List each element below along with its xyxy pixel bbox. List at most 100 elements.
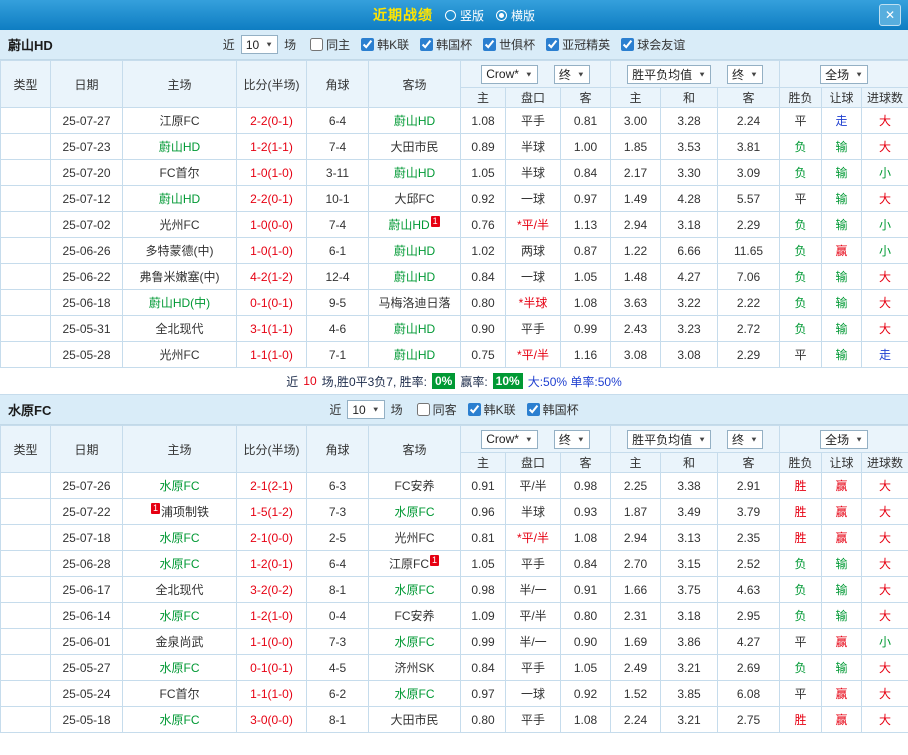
away-team-cell: 蔚山HD xyxy=(369,238,461,264)
match-count-select[interactable]: 10 ▼ xyxy=(241,35,278,54)
score-cell: 3-1(1-1) xyxy=(237,316,307,342)
euro-draw-odds-cell: 6.66 xyxy=(661,238,718,264)
result-handicap-cell: 走 xyxy=(822,108,862,134)
result-goals-cell: 大 xyxy=(862,603,908,629)
euro-avg-select[interactable]: 胜平负均值 ▼ xyxy=(627,430,711,449)
checkbox-input[interactable] xyxy=(417,403,430,416)
filter-checkbox[interactable]: 同客 xyxy=(417,401,457,418)
col-euro-draw: 和 xyxy=(661,453,718,473)
odds-company-select[interactable]: Crow* ▼ xyxy=(481,430,538,449)
odds-company-select[interactable]: Crow* ▼ xyxy=(481,65,538,84)
away-team-cell: 蔚山HD xyxy=(369,264,461,290)
result-handicap-cell: 赢 xyxy=(822,238,862,264)
final-odds-select[interactable]: 终 ▼ xyxy=(727,430,763,449)
league-type-cell: 韩K联 xyxy=(1,551,51,577)
asian-away-odds-cell: 1.05 xyxy=(561,655,611,681)
filter-checkbox[interactable]: 球会友谊 xyxy=(621,36,685,53)
team-name-text: 水原FC xyxy=(395,687,435,701)
result-goals-cell: 大 xyxy=(862,525,908,551)
euro-away-odds-cell: 2.29 xyxy=(718,342,780,368)
scope-select[interactable]: 全场 ▼ xyxy=(820,430,868,449)
asian-home-odds-cell: 1.08 xyxy=(461,108,506,134)
euro-home-odds-cell: 2.17 xyxy=(611,160,661,186)
away-team-cell: 光州FC xyxy=(369,525,461,551)
result-handicap-cell: 输 xyxy=(822,212,862,238)
checkbox-input[interactable] xyxy=(483,38,496,51)
handicap-cell: 半球 xyxy=(506,160,561,186)
euro-avg-select[interactable]: 胜平负均值 ▼ xyxy=(627,65,711,84)
handicap-cell: 平手 xyxy=(506,655,561,681)
filter-checkbox[interactable]: 韩国杯 xyxy=(420,36,472,53)
titlebar: 近期战绩 竖版 横版 ✕ xyxy=(0,0,908,30)
euro-home-odds-cell: 1.48 xyxy=(611,264,661,290)
asian-home-odds-cell: 0.81 xyxy=(461,525,506,551)
team-name-text: 济州SK xyxy=(394,661,434,675)
asian-away-odds-cell: 0.87 xyxy=(561,238,611,264)
asian-home-odds-cell: 0.96 xyxy=(461,499,506,525)
col-handicap: 盘口 xyxy=(506,88,561,108)
asian-away-odds-cell: 1.00 xyxy=(561,134,611,160)
asian-home-odds-cell: 0.89 xyxy=(461,134,506,160)
checkbox-input[interactable] xyxy=(310,38,323,51)
checkbox-input[interactable] xyxy=(468,403,481,416)
league-type-cell: 韩K联 xyxy=(1,577,51,603)
filter-checkbox[interactable]: 亚冠精英 xyxy=(546,36,610,53)
score-cell: 0-1(0-1) xyxy=(237,655,307,681)
filter-checkbox[interactable]: 韩K联 xyxy=(361,36,409,53)
match-count-select[interactable]: 10 ▼ xyxy=(347,400,384,419)
handicap-cell: 一球 xyxy=(506,264,561,290)
euro-draw-odds-cell: 4.27 xyxy=(661,264,718,290)
league-type-cell: 韩K联 xyxy=(1,499,51,525)
match-row: 韩K联25-05-28光州FC1-1(1-0)7-1蔚山HD0.75*平/半1.… xyxy=(1,342,908,368)
result-handicap-cell: 输 xyxy=(822,316,862,342)
result-handicap-cell: 输 xyxy=(822,186,862,212)
match-row: 韩国杯25-07-02光州FC1-0(0-0)7-4蔚山HD10.76*平/半1… xyxy=(1,212,908,238)
team-name: 蔚山HD xyxy=(8,35,53,54)
result-wdl-cell: 负 xyxy=(780,212,822,238)
final-odds-select[interactable]: 终 ▼ xyxy=(727,65,763,84)
away-team-cell: 水原FC xyxy=(369,681,461,707)
euro-home-odds-cell: 2.49 xyxy=(611,655,661,681)
layout-radio-horizontal[interactable]: 横版 xyxy=(496,7,535,24)
corner-cell: 6-2 xyxy=(307,681,369,707)
corner-cell: 7-4 xyxy=(307,212,369,238)
asian-away-odds-cell: 1.13 xyxy=(561,212,611,238)
team-name-text: 蔚山HD xyxy=(394,348,435,362)
filter-checkbox[interactable]: 韩国杯 xyxy=(527,401,579,418)
euro-away-odds-cell: 11.65 xyxy=(718,238,780,264)
match-row: 韩K联25-07-12蔚山HD2-2(0-1)10-1大邱FC0.92一球0.9… xyxy=(1,186,908,212)
filter-checkbox[interactable]: 韩K联 xyxy=(468,401,516,418)
chevron-down-icon: ▼ xyxy=(698,70,706,78)
final-odds-select[interactable]: 终 ▼ xyxy=(554,430,590,449)
checkbox-label: 同客 xyxy=(433,401,457,418)
euro-away-odds-cell: 2.24 xyxy=(718,108,780,134)
col-euro-away: 客 xyxy=(718,88,780,108)
checkbox-input[interactable] xyxy=(621,38,634,51)
chevron-down-icon: ▼ xyxy=(577,70,585,78)
scope-select[interactable]: 全场 ▼ xyxy=(820,65,868,84)
final-odds-select[interactable]: 终 ▼ xyxy=(554,65,590,84)
result-goals-cell: 小 xyxy=(862,629,908,655)
layout-radio-vertical[interactable]: 竖版 xyxy=(445,7,484,24)
score-cell: 1-2(1-1) xyxy=(237,134,307,160)
result-goals-cell: 大 xyxy=(862,290,908,316)
checkbox-input[interactable] xyxy=(546,38,559,51)
checkbox-input[interactable] xyxy=(420,38,433,51)
euro-draw-odds-cell: 3.21 xyxy=(661,655,718,681)
league-type-cell: 韩K联 xyxy=(1,186,51,212)
team-name-text: 水原FC xyxy=(160,531,200,545)
checkbox-input[interactable] xyxy=(527,403,540,416)
radio-selected-icon xyxy=(496,10,507,21)
close-button[interactable]: ✕ xyxy=(879,4,901,26)
date-cell: 25-07-22 xyxy=(51,499,123,525)
filter-checkbox[interactable]: 世俱杯 xyxy=(483,36,535,53)
result-handicap-cell: 输 xyxy=(822,160,862,186)
euro-away-odds-cell: 3.81 xyxy=(718,134,780,160)
result-goals-cell: 大 xyxy=(862,186,908,212)
asian-away-odds-cell: 1.08 xyxy=(561,707,611,733)
asian-home-odds-cell: 0.91 xyxy=(461,473,506,499)
euro-away-odds-cell: 4.63 xyxy=(718,577,780,603)
asian-home-odds-cell: 0.76 xyxy=(461,212,506,238)
checkbox-input[interactable] xyxy=(361,38,374,51)
filter-checkbox[interactable]: 同主 xyxy=(310,36,350,53)
